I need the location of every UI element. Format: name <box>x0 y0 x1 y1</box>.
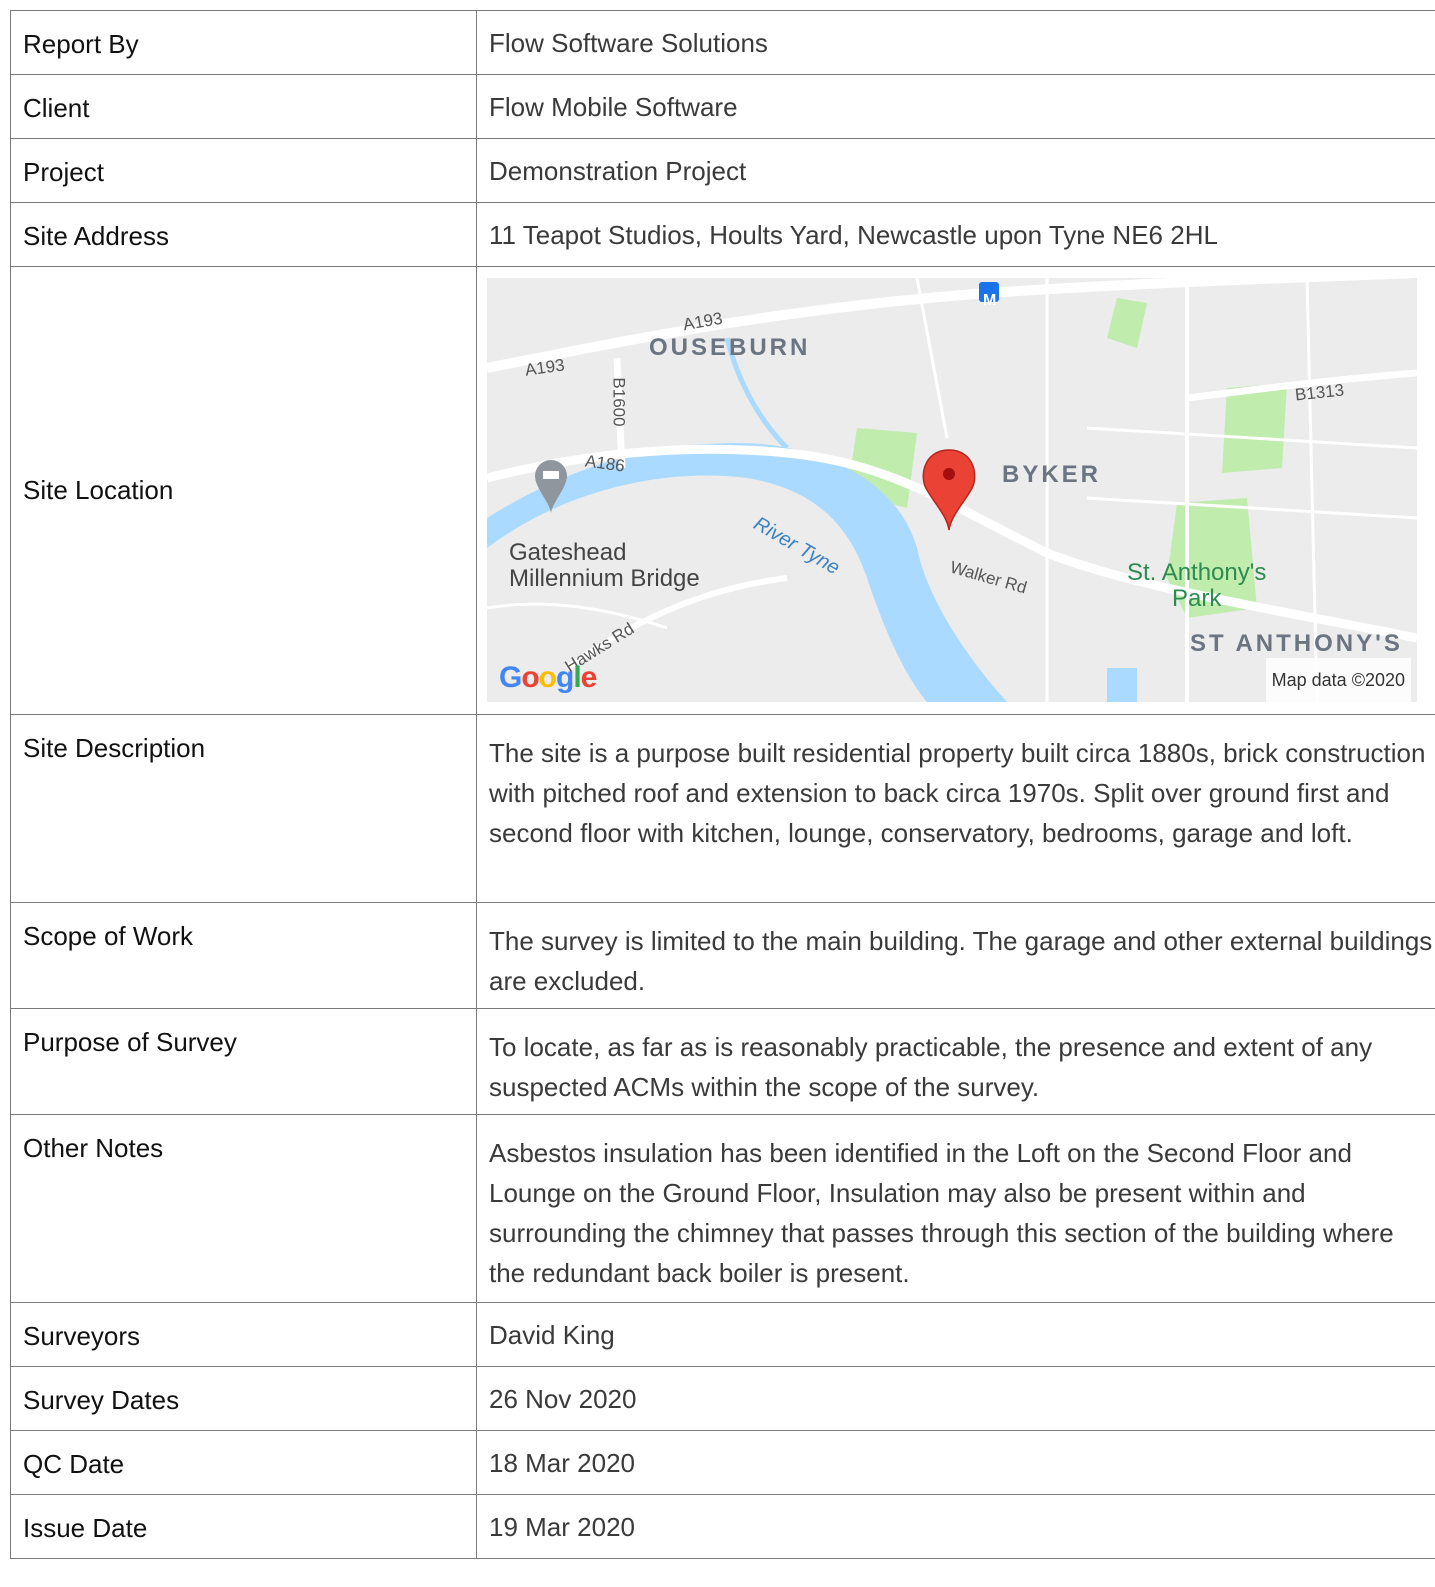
row-value: The survey is limited to the main buildi… <box>476 902 1435 1009</box>
row-value: 11 Teapot Studios, Hoults Yard, Newcastl… <box>476 202 1435 267</box>
row-label: Issue Date <box>10 1494 477 1559</box>
table-row: Site Location M OUSEBURN BYKER ST ANTHON… <box>10 266 1435 715</box>
row-value: David King <box>476 1302 1435 1367</box>
row-label: QC Date <box>10 1430 477 1495</box>
row-value: 18 Mar 2020 <box>476 1430 1435 1495</box>
table-row: Purpose of Survey To locate, as far as i… <box>10 1008 1435 1115</box>
row-label: Report By <box>10 10 477 75</box>
google-letter: e <box>580 661 598 694</box>
table-row: Project Demonstration Project <box>10 138 1435 203</box>
site-location-map[interactable]: M OUSEBURN BYKER ST ANTHONY'S A193 A193 … <box>487 278 1417 702</box>
report-page: Report By Flow Software Solutions Client… <box>0 0 1435 1587</box>
row-value: Flow Software Solutions <box>476 10 1435 75</box>
row-value: Flow Mobile Software <box>476 74 1435 139</box>
row-label: Purpose of Survey <box>10 1008 477 1115</box>
table-row: Site Description The site is a purpose b… <box>10 714 1435 903</box>
google-letter: o <box>521 661 539 694</box>
row-label: Project <box>10 138 477 203</box>
table-row: Site Address 11 Teapot Studios, Hoults Y… <box>10 202 1435 267</box>
row-value: To locate, as far as is reasonably pract… <box>476 1008 1435 1115</box>
row-label: Other Notes <box>10 1114 477 1303</box>
poi-name-line: Gateshead <box>509 539 627 566</box>
table-row: Client Flow Mobile Software <box>10 74 1435 139</box>
row-value: 26 Nov 2020 <box>476 1366 1435 1431</box>
park-name-line: St. Anthony's <box>1127 559 1267 586</box>
district-label-byker: BYKER <box>1002 461 1102 488</box>
row-label: Site Description <box>10 714 477 903</box>
metro-label: M <box>983 292 997 309</box>
table-row: Report By Flow Software Solutions <box>10 10 1435 75</box>
map-data-credit[interactable]: Map data ©2020 <box>1265 658 1411 702</box>
row-label: Scope of Work <box>10 902 477 1009</box>
row-label: Site Address <box>10 202 477 267</box>
poi-st-anthonys-park[interactable]: St. Anthony's Park <box>1127 560 1266 612</box>
table-row: Scope of Work The survey is limited to t… <box>10 902 1435 1009</box>
row-label: Site Location <box>10 266 477 715</box>
google-letter: o <box>538 661 557 694</box>
row-value: The site is a purpose built residential … <box>476 714 1435 903</box>
table-row: Other Notes Asbestos insulation has been… <box>10 1114 1435 1303</box>
row-value: Demonstration Project <box>476 138 1435 203</box>
google-logo[interactable]: Google <box>499 658 598 698</box>
row-value: Asbestos insulation has been identified … <box>476 1114 1435 1303</box>
road-label-a186: A186 <box>583 451 626 476</box>
road-label-a193: A193 <box>523 355 566 380</box>
table-row: Issue Date 19 Mar 2020 <box>10 1494 1435 1559</box>
google-letter: g <box>556 661 574 694</box>
poi-name-line: Millennium Bridge <box>509 565 700 592</box>
road-label-b1600: B1600 <box>609 377 629 427</box>
road-label-b1313: B1313 <box>1294 380 1345 405</box>
table-row: Surveyors David King <box>10 1302 1435 1367</box>
row-label: Surveyors <box>10 1302 477 1367</box>
park-name-line: Park <box>1171 585 1222 612</box>
table-row: Survey Dates 26 Nov 2020 <box>10 1366 1435 1431</box>
site-location-map-cell: M OUSEBURN BYKER ST ANTHONY'S A193 A193 … <box>476 266 1435 715</box>
district-label-ouseburn: OUSEBURN <box>649 334 811 361</box>
google-letter: l <box>573 661 581 694</box>
row-label: Client <box>10 74 477 139</box>
row-value: 19 Mar 2020 <box>476 1494 1435 1559</box>
row-label: Survey Dates <box>10 1366 477 1431</box>
google-letter: G <box>499 661 522 694</box>
report-details-table: Report By Flow Software Solutions Client… <box>10 10 1435 1559</box>
poi-gateshead-bridge[interactable]: Gateshead Millennium Bridge <box>509 540 700 592</box>
table-row: QC Date 18 Mar 2020 <box>10 1430 1435 1495</box>
road-label-a193: A193 <box>681 308 724 335</box>
